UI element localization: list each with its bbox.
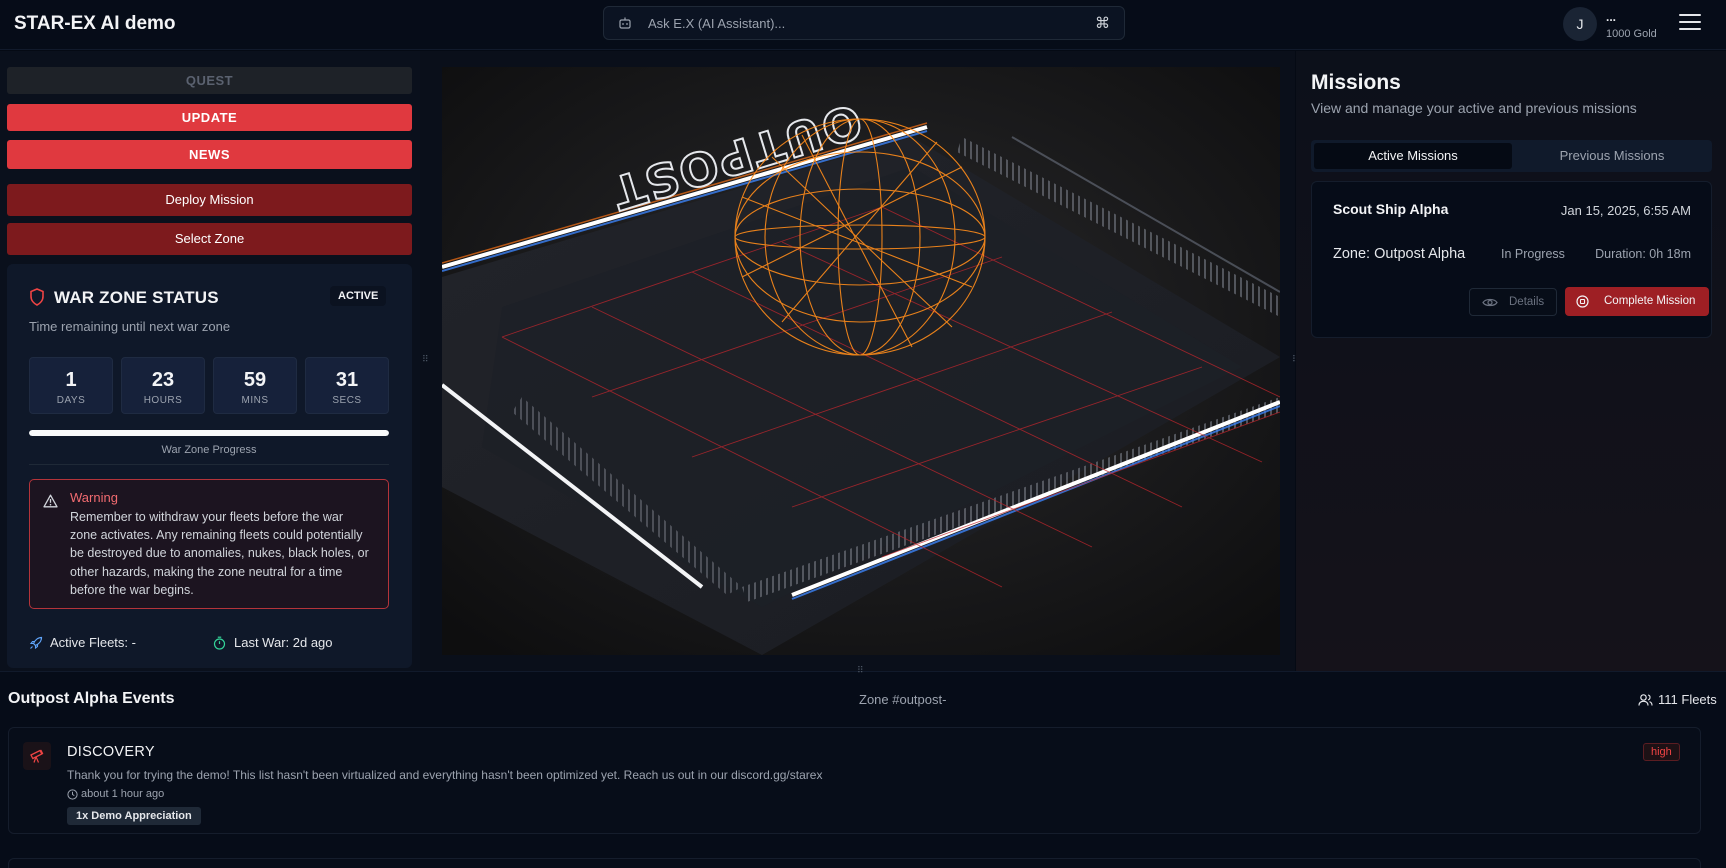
timer-secs: 31 SECS xyxy=(305,357,389,414)
war-zone-subtitle: Time remaining until next war zone xyxy=(29,319,231,334)
timer-icon xyxy=(213,636,226,650)
search-placeholder: Ask E.X (AI Assistant)... xyxy=(648,16,786,31)
mission-date: Jan 15, 2025, 6:55 AM xyxy=(1560,203,1691,218)
tab-previous-missions[interactable]: Previous Missions xyxy=(1514,143,1710,169)
events-title: Outpost Alpha Events xyxy=(8,690,175,707)
update-button[interactable]: UPDATE xyxy=(7,104,412,131)
mission-card: Scout Ship Alpha Jan 15, 2025, 6:55 AM Z… xyxy=(1311,181,1712,338)
missions-tabs: Active Missions Previous Missions xyxy=(1311,140,1712,172)
bot-icon xyxy=(619,17,631,29)
news-button[interactable]: NEWS xyxy=(7,140,412,169)
events-panel: ⠿ Outpost Alpha Events Zone #outpost- 11… xyxy=(0,666,1726,868)
mission-zone: Zone: Outpost Alpha xyxy=(1333,246,1466,262)
divider xyxy=(29,464,389,465)
telescope-icon xyxy=(30,749,44,763)
priority-badge: high xyxy=(1643,743,1680,761)
warning-text: Remember to withdraw your fleets before … xyxy=(70,510,369,597)
eye-icon xyxy=(1482,298,1498,307)
timer-days: 1 DAYS xyxy=(29,357,113,414)
top-bar: STAR-EX AI demo Ask E.X (AI Assistant)..… xyxy=(0,0,1726,50)
timer-mins: 59 MINS xyxy=(213,357,297,414)
tab-active-missions[interactable]: Active Missions xyxy=(1314,143,1512,169)
warning-title: Warning xyxy=(70,490,118,505)
event-tag: 1x Demo Appreciation xyxy=(67,807,201,825)
warning-box: Warning Remember to withdraw your fleets… xyxy=(29,479,389,609)
outpost-scene-render: OUTPOST xyxy=(442,67,1280,655)
app-title: STAR-EX AI demo xyxy=(14,13,176,34)
mission-name: Scout Ship Alpha xyxy=(1333,201,1449,217)
event-item[interactable]: DISCOVERY Thank you for trying the demo!… xyxy=(8,727,1701,834)
timer-hours: 23 HOURS xyxy=(121,357,205,414)
war-zone-progress-bar xyxy=(29,430,389,436)
details-button[interactable]: Details xyxy=(1469,288,1557,316)
resize-handle-left[interactable]: ⠿ xyxy=(422,355,429,364)
select-zone-button[interactable]: Select Zone xyxy=(7,223,412,255)
user-name: ... xyxy=(1606,10,1617,24)
war-zone-status-card: WAR ZONE STATUS ACTIVE Time remaining un… xyxy=(7,264,412,668)
clock-icon xyxy=(67,789,78,800)
ai-assistant-search[interactable]: Ask E.X (AI Assistant)... ⌘ xyxy=(603,6,1125,40)
shield-icon xyxy=(30,288,44,306)
complete-mission-button[interactable]: Complete Mission xyxy=(1565,287,1709,316)
event-item[interactable] xyxy=(8,858,1701,868)
event-type-icon-box xyxy=(23,742,51,770)
event-description: Thank you for trying the demo! This list… xyxy=(67,768,823,782)
events-zone: Zone #outpost- xyxy=(859,692,947,707)
mission-status: In Progress xyxy=(1501,247,1565,261)
missions-panel: Missions View and manage your active and… xyxy=(1296,51,1726,671)
stop-circle-icon xyxy=(1576,295,1589,308)
war-zone-title: WAR ZONE STATUS xyxy=(54,288,219,307)
event-type: DISCOVERY xyxy=(67,744,155,760)
avatar[interactable]: J xyxy=(1563,7,1597,41)
progress-label: War Zone Progress xyxy=(161,444,257,456)
missions-subtitle: View and manage your active and previous… xyxy=(1311,100,1637,116)
deploy-mission-button[interactable]: Deploy Mission xyxy=(7,184,412,216)
command-key-icon: ⌘ xyxy=(1095,14,1110,32)
gold-balance: 1000 Gold xyxy=(1606,28,1657,40)
users-icon xyxy=(1638,694,1653,706)
rocket-icon xyxy=(29,636,43,650)
resize-handle-bottom[interactable]: ⠿ xyxy=(857,666,864,675)
mission-duration: Duration: 0h 18m xyxy=(1595,247,1691,261)
warning-triangle-icon xyxy=(43,494,58,508)
left-panel: QUEST UPDATE NEWS Deploy Mission Select … xyxy=(0,51,420,671)
missions-title: Missions xyxy=(1311,71,1401,94)
quest-button[interactable]: QUEST xyxy=(7,67,412,94)
outpost-3d-view[interactable]: OUTPOST xyxy=(442,67,1280,655)
status-badge: ACTIVE xyxy=(330,286,387,306)
hamburger-menu-icon[interactable] xyxy=(1679,14,1703,34)
scene-panel: ⠿ ⠿ xyxy=(420,51,1299,671)
